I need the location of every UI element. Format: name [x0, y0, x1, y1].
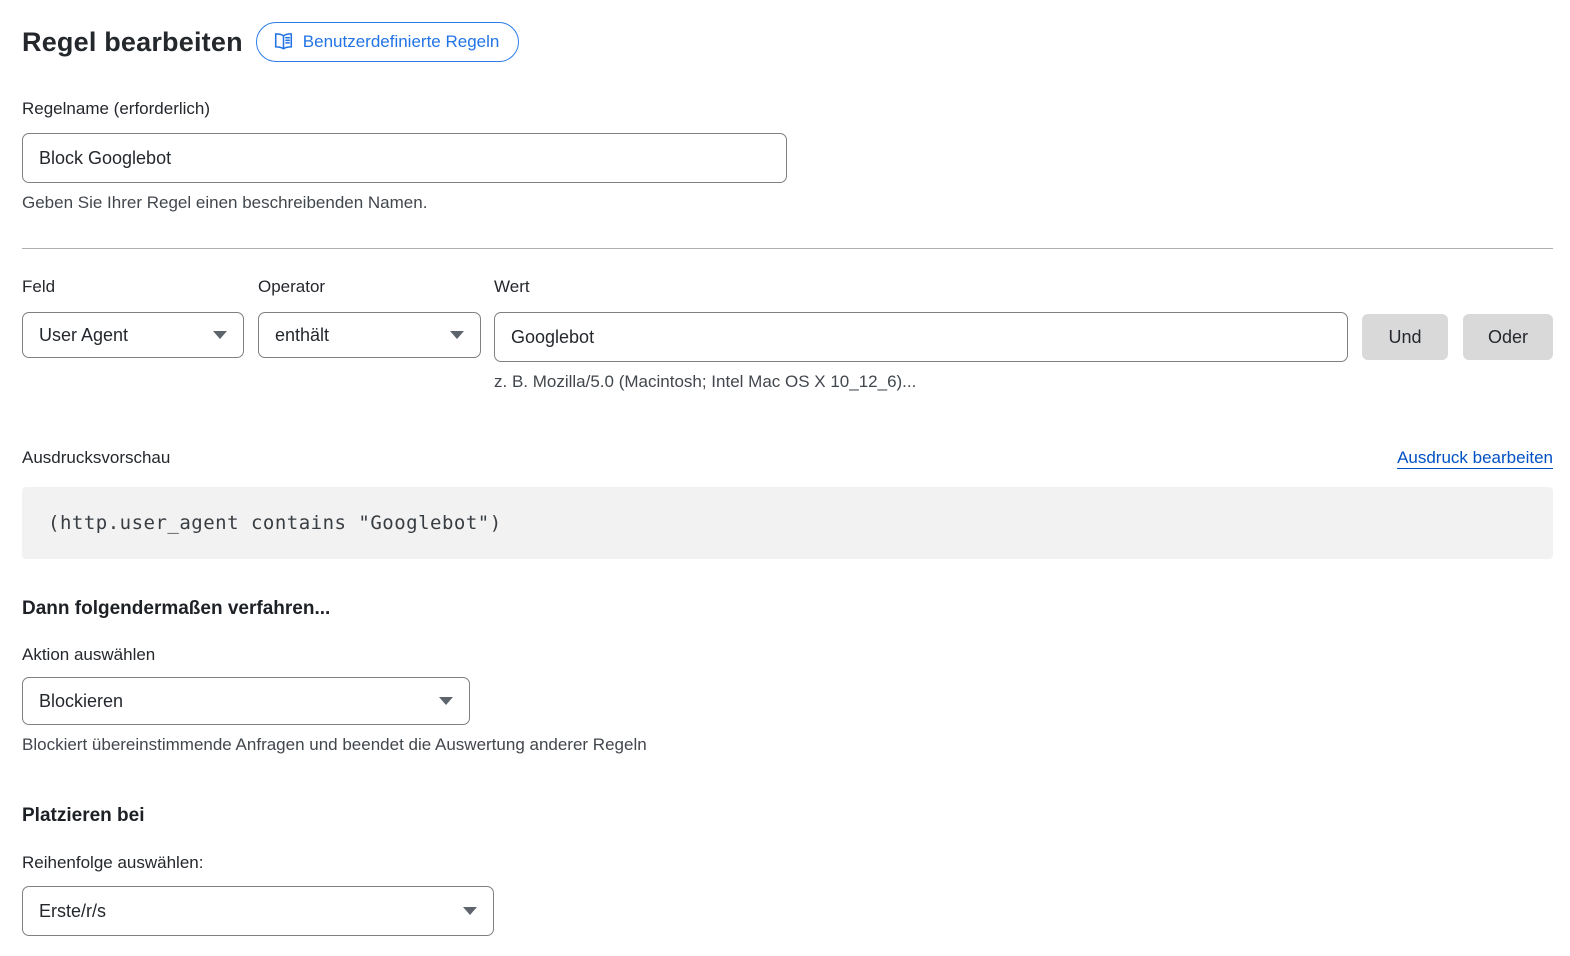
chevron-down-icon	[450, 331, 464, 339]
operator-label: Operator	[258, 277, 481, 297]
operator-select-value: enthält	[275, 325, 329, 346]
and-button[interactable]: Und	[1362, 314, 1448, 360]
value-helper: z. B. Mozilla/5.0 (Macintosh; Intel Mac …	[494, 372, 1348, 392]
section-divider	[22, 248, 1553, 249]
condition-builder-row: Feld User Agent Operator enthält Wert z.…	[22, 277, 1553, 392]
action-heading: Dann folgendermaßen verfahren...	[22, 598, 1553, 620]
expression-preview-section: Ausdrucksvorschau Ausdruck bearbeiten (h…	[22, 448, 1553, 559]
chevron-down-icon	[213, 331, 227, 339]
order-select[interactable]: Erste/r/s	[22, 886, 494, 936]
page-header: Regel bearbeiten Benutzerdefinierte Rege…	[22, 22, 1553, 62]
field-label: Feld	[22, 277, 244, 297]
value-label: Wert	[494, 277, 1348, 297]
operator-column: Operator enthält	[258, 277, 481, 358]
action-select-value: Blockieren	[39, 691, 123, 712]
expression-preview-label: Ausdrucksvorschau	[22, 448, 170, 468]
order-select-value: Erste/r/s	[39, 901, 106, 922]
field-select[interactable]: User Agent	[22, 312, 244, 358]
rule-name-label: Regelname (erforderlich)	[22, 99, 1553, 119]
or-button[interactable]: Oder	[1463, 314, 1553, 360]
placement-heading: Platzieren bei	[22, 805, 1553, 827]
edit-expression-link[interactable]: Ausdruck bearbeiten	[1397, 448, 1553, 468]
rule-editor-page: Regel bearbeiten Benutzerdefinierte Rege…	[0, 0, 1570, 936]
page-title: Regel bearbeiten	[22, 27, 243, 58]
chevron-down-icon	[463, 907, 477, 915]
custom-rules-badge-label: Benutzerdefinierte Regeln	[303, 33, 500, 50]
rule-name-input[interactable]	[22, 133, 787, 183]
value-input[interactable]	[494, 312, 1348, 362]
action-section: Dann folgendermaßen verfahren... Aktion …	[22, 598, 1553, 755]
expression-code-box: (http.user_agent contains "Googlebot")	[22, 487, 1553, 559]
action-helper: Blockiert übereinstimmende Anfragen und …	[22, 735, 1553, 755]
chevron-down-icon	[439, 697, 453, 705]
operator-select[interactable]: enthält	[258, 312, 481, 358]
action-select[interactable]: Blockieren	[22, 677, 470, 725]
open-book-icon	[273, 32, 294, 51]
value-column: Wert z. B. Mozilla/5.0 (Macintosh; Intel…	[494, 277, 1348, 392]
action-label: Aktion auswählen	[22, 645, 1553, 665]
rule-name-section: Regelname (erforderlich) Geben Sie Ihrer…	[22, 99, 1553, 213]
field-select-value: User Agent	[39, 325, 128, 346]
custom-rules-badge-button[interactable]: Benutzerdefinierte Regeln	[256, 22, 520, 62]
expression-code: (http.user_agent contains "Googlebot")	[48, 512, 502, 534]
rule-name-helper: Geben Sie Ihrer Regel einen beschreibend…	[22, 193, 1553, 213]
field-column: Feld User Agent	[22, 277, 244, 358]
order-label: Reihenfolge auswählen:	[22, 853, 1553, 873]
placement-section: Platzieren bei Reihenfolge auswählen: Er…	[22, 805, 1553, 936]
expression-preview-header: Ausdrucksvorschau Ausdruck bearbeiten	[22, 448, 1553, 468]
